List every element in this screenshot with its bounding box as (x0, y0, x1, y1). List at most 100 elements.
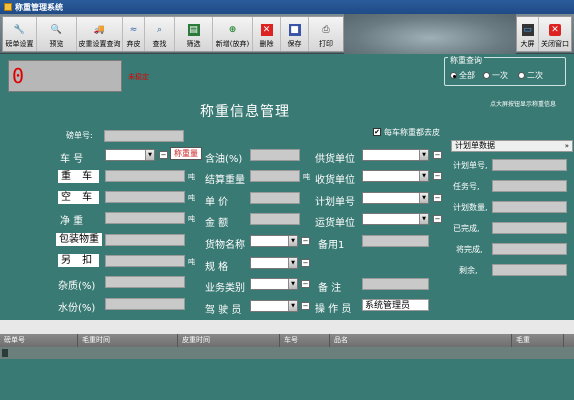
plan-label-completed: 已完成, (453, 224, 480, 233)
query-option-all[interactable]: 全部 (450, 70, 475, 81)
unit-price-label: 单 价 (205, 197, 229, 208)
filter-button[interactable]: ▤ 筛选 (175, 17, 213, 51)
operator-field[interactable]: 系统管理员 (362, 299, 429, 311)
business-type-edit-button[interactable]: − (301, 280, 310, 288)
find-button[interactable]: ⌕ 查找 (145, 17, 175, 51)
package-weight-field[interactable] (105, 234, 185, 246)
tare-settings-query-button[interactable]: 🚚 皮重设置查询 (77, 17, 123, 51)
supplier-select[interactable]: ▼ (362, 149, 429, 161)
remark1-field[interactable] (362, 235, 429, 247)
net-unit: 吨 (188, 215, 195, 223)
toolbar-left-group: 🔧 磅单设置 🔍 预览 🚚 皮重设置查询 ≈ 弃皮 ⌕ 查找 ▤ 筛选 ⊕ 新增… (2, 16, 344, 52)
weight-display: 0 (8, 60, 122, 92)
oil-field[interactable] (250, 149, 300, 161)
spec-edit-button[interactable]: − (301, 259, 310, 267)
add-discard-button[interactable]: ⊕ 新增(放弃) (213, 17, 253, 51)
preview-button[interactable]: 🔍 预览 (37, 17, 77, 51)
discard-tare-button[interactable]: ≈ 弃皮 (123, 17, 145, 51)
plan-label-to-complete: 将完成, (456, 245, 483, 254)
close-window-button[interactable]: ✕ 关闭窗口 (539, 17, 571, 51)
plan-label-quantity: 计划数量, (453, 203, 488, 212)
goods-name-label: 货物名称 (205, 240, 245, 251)
extra-deduct-field[interactable] (105, 255, 185, 267)
plan-quantity-value (492, 201, 567, 213)
ticket-number-label: 磅单号: (66, 131, 93, 140)
transport-unit-edit-button[interactable]: − (433, 215, 442, 223)
chevron-down-icon: ▼ (419, 171, 428, 181)
tare-weight-field[interactable] (105, 191, 185, 203)
query-option-once[interactable]: 一次 (483, 70, 508, 81)
supplier-edit-button[interactable]: − (433, 151, 442, 159)
plan-number-edit-button[interactable]: − (433, 194, 442, 202)
big-screen-button[interactable]: ▭ 大屏 (517, 17, 539, 51)
transport-unit-select[interactable]: ▼ (362, 213, 429, 225)
driver-label: 驾 驶 员 (205, 305, 242, 316)
row-indicator-icon (2, 349, 8, 357)
page-title: 称重信息管理 (200, 104, 290, 120)
car-number-edit-button[interactable]: − (159, 151, 168, 159)
receiver-select[interactable]: ▼ (362, 170, 429, 182)
amount-label: 金 额 (205, 218, 229, 229)
plan-data-header: 计划单数据 » (451, 140, 573, 152)
unit-price-field[interactable] (250, 192, 300, 204)
net-weight-field[interactable] (105, 212, 185, 224)
business-type-select[interactable]: ▼ (250, 278, 298, 290)
chevron-down-icon: ▼ (419, 150, 428, 160)
settle-unit: 吨 (303, 173, 310, 181)
plan-number-select[interactable]: ▼ (362, 192, 429, 204)
task-number-value (492, 180, 567, 192)
query-option-twice[interactable]: 二次 (518, 70, 543, 81)
column-car-no[interactable]: 车号 (280, 334, 330, 347)
impurity-field[interactable] (105, 276, 185, 288)
impurity-label: 杂质(%) (58, 281, 96, 292)
title-bar: 称重管理系统 (0, 0, 574, 14)
column-tare-time[interactable]: 皮重时间 (178, 334, 280, 347)
tare-unit: 吨 (188, 194, 195, 202)
stability-status: 未稳定 (128, 73, 149, 81)
business-type-label: 业务类别 (205, 283, 245, 294)
gross-weight-field[interactable] (105, 170, 185, 182)
chevron-down-icon: ▼ (288, 258, 297, 268)
tare-every-time-checkbox[interactable]: ✔ (373, 128, 381, 136)
table-toolbar-area (0, 320, 574, 334)
amount-field[interactable] (250, 213, 300, 225)
delete-button[interactable]: ✕ 删除 (253, 17, 281, 51)
receiver-edit-button[interactable]: − (433, 172, 442, 180)
table-row[interactable] (0, 347, 574, 359)
print-button[interactable]: ⎙ 打印 (309, 17, 343, 51)
weigh-button[interactable]: 称重量 (170, 147, 202, 160)
chevron-down-icon: ▼ (288, 279, 297, 289)
goods-name-edit-button[interactable]: − (301, 237, 310, 245)
spec-select[interactable]: ▼ (250, 257, 298, 269)
plan-number-value (492, 159, 567, 171)
ticket-settings-button[interactable]: 🔧 磅单设置 (3, 17, 37, 51)
world-map-banner (344, 14, 516, 54)
goods-name-select[interactable]: ▼ (250, 235, 298, 247)
ticket-number-field[interactable] (104, 130, 184, 142)
moisture-field[interactable] (105, 298, 185, 310)
big-screen-hint: 点大屏按钮显示称重信息 (490, 101, 557, 108)
remark1-label: 备用1 (318, 240, 345, 251)
column-ticket-no[interactable]: 磅单号 (0, 334, 78, 347)
column-gross-time[interactable]: 毛重时间 (78, 334, 178, 347)
save-button[interactable]: ■ 保存 (281, 17, 309, 51)
remark-field[interactable] (362, 278, 429, 290)
to-complete-value (492, 243, 567, 255)
app-icon (4, 3, 12, 11)
driver-select[interactable]: ▼ (250, 300, 298, 312)
net-weight-label: 净 重 (60, 216, 84, 227)
truck-icon: 🚚 (93, 25, 106, 35)
column-goods-name[interactable]: 品名 (330, 334, 512, 347)
collapse-icon[interactable]: » (565, 141, 569, 151)
wrench-icon: 🔧 (13, 25, 26, 35)
oil-label: 含油(%) (205, 154, 243, 165)
car-number-select[interactable]: ▼ (105, 149, 155, 161)
driver-edit-button[interactable]: − (301, 302, 310, 310)
settle-weight-field[interactable] (250, 170, 300, 182)
column-gross-weight[interactable]: 毛重 (512, 334, 564, 347)
receiver-label: 收货单位 (315, 175, 355, 186)
delete-icon: ✕ (260, 24, 273, 36)
chevron-down-icon: ▼ (145, 150, 154, 160)
filter-icon: ▤ (187, 24, 200, 36)
gross-unit: 吨 (188, 173, 195, 181)
